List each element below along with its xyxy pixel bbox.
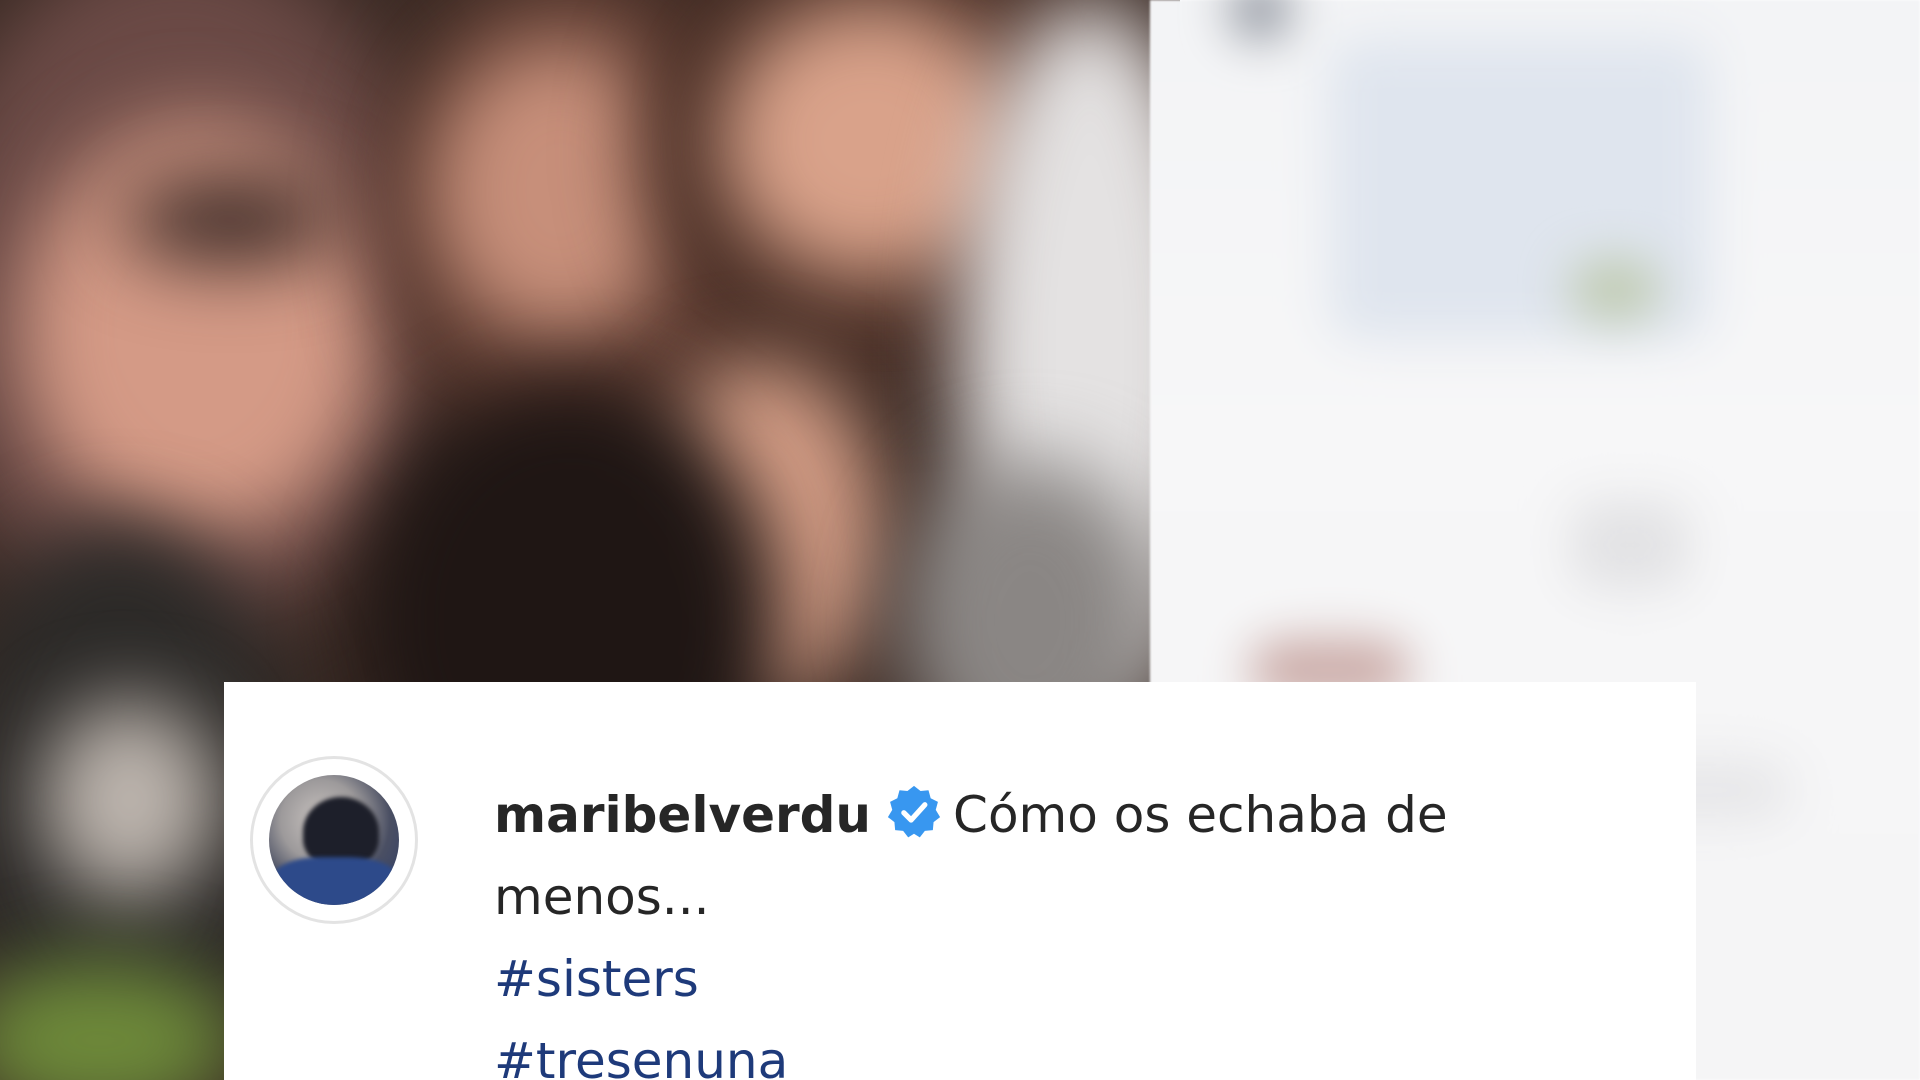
caption-text-line1: Cómo os echaba de <box>953 786 1448 844</box>
username-link[interactable]: maribelverdu <box>494 786 871 844</box>
avatar-image <box>269 775 399 905</box>
hashtag-tresenuna[interactable]: #tresenuna <box>494 1020 1614 1080</box>
caption-text-line2: menos... <box>494 868 710 926</box>
post-caption: maribelverdu Cómo os echaba de menos... … <box>494 774 1614 1080</box>
avatar[interactable] <box>250 756 418 924</box>
verified-badge-icon <box>885 783 943 841</box>
hashtag-sisters[interactable]: #sisters <box>494 938 1614 1020</box>
caption-card: maribelverdu Cómo os echaba de menos... … <box>224 682 1696 1080</box>
screen: maribelverdu Cómo os echaba de menos... … <box>0 0 1920 1080</box>
